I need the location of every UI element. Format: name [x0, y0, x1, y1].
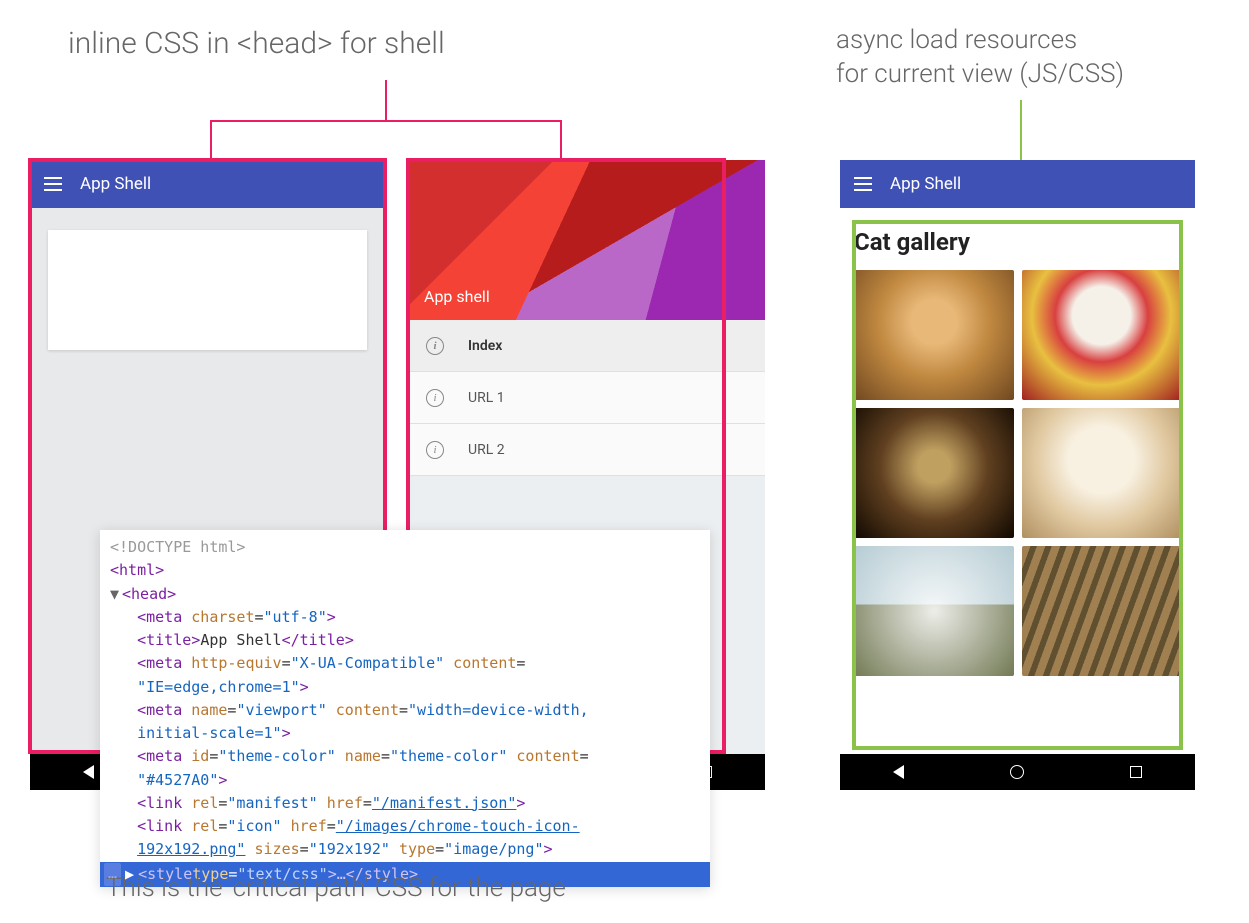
phone2-hero-title: App shell — [424, 287, 490, 306]
label-critical-path: This is the 'critical path' CSS for the … — [106, 872, 566, 906]
drawer-item-label: URL 2 — [468, 442, 505, 458]
drawer-item-index[interactable]: i Index — [410, 320, 765, 372]
phone3-navbar — [840, 754, 1195, 790]
bracket-magenta-drop1 — [210, 120, 212, 158]
phone3-appbar: App Shell — [840, 160, 1195, 208]
gallery-image[interactable] — [1022, 270, 1182, 400]
phone1-title: App Shell — [80, 174, 151, 194]
hamburger-icon[interactable] — [44, 177, 62, 191]
info-icon: i — [426, 389, 444, 407]
phone-cat-gallery: App Shell Cat gallery — [840, 160, 1195, 790]
phone3-screen: App Shell Cat gallery — [840, 160, 1195, 754]
drawer-item-label: Index — [468, 338, 502, 354]
bracket-magenta-drop2 — [560, 120, 562, 158]
phone1-empty-card — [48, 230, 367, 350]
bracket-magenta-stem — [385, 80, 387, 122]
drawer-item-url1[interactable]: i URL 1 — [410, 372, 765, 424]
hamburger-icon[interactable] — [854, 177, 872, 191]
gallery-image[interactable] — [1022, 546, 1182, 676]
phone1-appbar: App Shell — [30, 160, 385, 208]
nav-home-icon[interactable] — [1010, 765, 1024, 779]
disclosure-triangle-icon[interactable]: ▼ — [110, 583, 122, 606]
drawer-item-label: URL 1 — [468, 390, 505, 406]
label-async-load: async load resources for current view (J… — [836, 24, 1124, 92]
gallery-image[interactable] — [854, 270, 1014, 400]
phone3-content: Cat gallery — [840, 208, 1195, 754]
gallery-grid — [854, 270, 1181, 676]
info-icon: i — [426, 337, 444, 355]
code-snippet: <!DOCTYPE html> <html> ▼<head> <meta cha… — [100, 530, 710, 887]
gallery-image[interactable] — [854, 408, 1014, 538]
phone3-title: App Shell — [890, 174, 961, 194]
label-inline-css: inline CSS in <head> for shell — [68, 24, 445, 63]
phone2-hero: App shell — [410, 160, 765, 320]
gallery-image[interactable] — [854, 546, 1014, 676]
label-async-line1: async load resources — [836, 25, 1077, 55]
info-icon: i — [426, 441, 444, 459]
code-doctype: <!DOCTYPE html> — [110, 538, 245, 556]
nav-back-icon[interactable] — [83, 765, 94, 779]
label-async-line2: for current view (JS/CSS) — [836, 59, 1124, 89]
drawer-item-url2[interactable]: i URL 2 — [410, 424, 765, 476]
nav-recent-icon[interactable] — [1130, 766, 1142, 778]
gallery-image[interactable] — [1022, 408, 1182, 538]
nav-back-icon[interactable] — [893, 765, 904, 779]
gallery-title: Cat gallery — [854, 228, 1181, 256]
